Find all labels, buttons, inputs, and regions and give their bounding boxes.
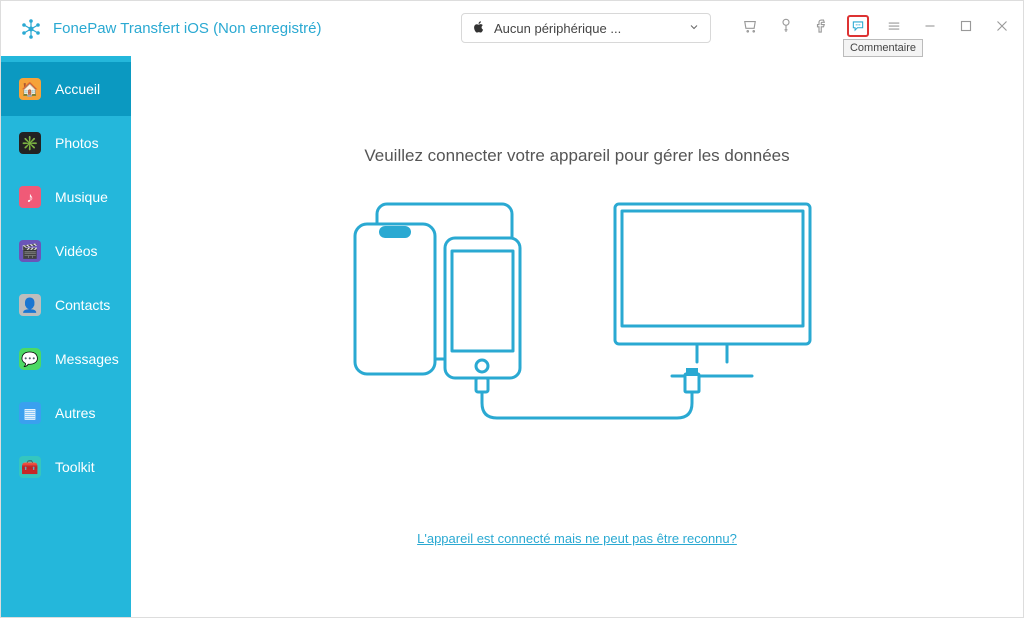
sidebar-item-label: Contacts — [55, 297, 110, 313]
sidebar: 🏠 Accueil ✳️ Photos ♪ Musique 🎬 Vidéos 👤… — [1, 56, 131, 617]
titlebar-actions — [739, 15, 1013, 37]
toolkit-icon: 🧰 — [19, 456, 41, 478]
comment-icon[interactable] — [847, 15, 869, 37]
device-not-recognized-link[interactable]: L'appareil est connecté mais ne peut pas… — [417, 531, 737, 546]
menu-icon[interactable] — [883, 15, 905, 37]
titlebar: FonePaw Transfert iOS (Non enregistré) A… — [1, 1, 1023, 56]
cart-icon[interactable] — [739, 15, 761, 37]
sidebar-item-label: Vidéos — [55, 243, 98, 259]
minimize-icon[interactable] — [919, 15, 941, 37]
app-logo-icon — [19, 17, 43, 41]
device-selector[interactable]: Aucun périphérique ... — [461, 13, 711, 43]
chevron-down-icon — [688, 21, 700, 36]
sidebar-item-videos[interactable]: 🎬 Vidéos — [1, 224, 131, 278]
device-selector-label: Aucun périphérique ... — [494, 21, 621, 36]
body: 🏠 Accueil ✳️ Photos ♪ Musique 🎬 Vidéos 👤… — [1, 56, 1023, 617]
sidebar-item-label: Photos — [55, 135, 99, 151]
sidebar-item-label: Toolkit — [55, 459, 95, 475]
sidebar-item-label: Messages — [55, 351, 119, 367]
connect-illustration — [337, 196, 817, 446]
sidebar-item-autres[interactable]: ▦ Autres — [1, 386, 131, 440]
sidebar-item-contacts[interactable]: 👤 Contacts — [1, 278, 131, 332]
maximize-icon[interactable] — [955, 15, 977, 37]
app-window: FonePaw Transfert iOS (Non enregistré) A… — [0, 0, 1024, 618]
music-icon: ♪ — [19, 186, 41, 208]
sidebar-item-musique[interactable]: ♪ Musique — [1, 170, 131, 224]
sidebar-item-photos[interactable]: ✳️ Photos — [1, 116, 131, 170]
sidebar-item-accueil[interactable]: 🏠 Accueil — [1, 62, 131, 116]
contacts-icon: 👤 — [19, 294, 41, 316]
grid-icon: ▦ — [19, 402, 41, 424]
sidebar-item-label: Autres — [55, 405, 95, 421]
facebook-icon[interactable] — [811, 15, 833, 37]
apple-icon — [472, 20, 486, 37]
photos-icon: ✳️ — [19, 132, 41, 154]
content-area: Veuillez connecter votre appareil pour g… — [131, 56, 1023, 617]
videos-icon: 🎬 — [19, 240, 41, 262]
sidebar-item-label: Accueil — [55, 81, 100, 97]
app-title: FonePaw Transfert iOS (Non enregistré) — [53, 20, 321, 37]
comment-tooltip: Commentaire — [843, 39, 923, 57]
content-heading: Veuillez connecter votre appareil pour g… — [364, 146, 789, 166]
messages-icon: 💬 — [19, 348, 41, 370]
close-icon[interactable] — [991, 15, 1013, 37]
sidebar-item-toolkit[interactable]: 🧰 Toolkit — [1, 440, 131, 494]
sidebar-item-messages[interactable]: 💬 Messages — [1, 332, 131, 386]
home-icon: 🏠 — [19, 78, 41, 100]
sidebar-item-label: Musique — [55, 189, 108, 205]
key-icon[interactable] — [775, 15, 797, 37]
